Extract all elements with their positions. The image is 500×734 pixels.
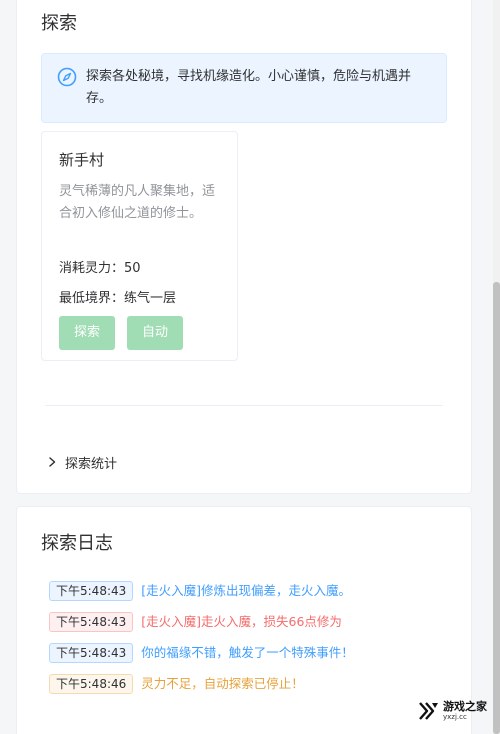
location-min-realm: 最低境界：练气一层 (59, 291, 177, 306)
log-time-tag: 下午5:48:43 (49, 612, 134, 632)
watermark-logo-icon (419, 702, 438, 720)
log-time-tag: 下午5:48:46 (49, 674, 134, 694)
log-message: [走火入魔]修炼出现偏差，走火入魔。 (141, 583, 352, 598)
explore-stats-label: 探索统计 (65, 456, 118, 472)
log-entry: 下午5:48:43 [走火入魔]走火入魔，损失66点修为 (49, 612, 342, 632)
scrollbar-thumb[interactable] (493, 282, 500, 734)
log-entry: 下午5:48:43 你的福缘不错，触发了一个特殊事件！ (49, 643, 354, 663)
auto-explore-button[interactable]: 自动 (127, 316, 183, 350)
location-cost: 消耗灵力：50 (59, 261, 141, 276)
explore-title: 探索 (41, 13, 77, 34)
chevron-right-icon (49, 457, 56, 467)
log-entry: 下午5:48:43 [走火入魔]修炼出现偏差，走火入魔。 (49, 581, 351, 601)
watermark-domain: yxzj.cc (443, 713, 467, 721)
explore-panel: 探索 探索各处秘境，寻找机缘造化。小心谨慎，危险与机遇并存。 新手村 灵气稀薄的… (16, 0, 472, 494)
explore-stats-collapse[interactable]: 探索统计 (45, 451, 117, 473)
watermark-text: 游戏之家 (443, 700, 487, 713)
log-time-tag: 下午5:48:43 (49, 643, 134, 663)
site-watermark: 游戏之家 yxzj.cc (418, 696, 494, 726)
log-panel: 探索日志 下午5:48:43 [走火入魔]修炼出现偏差，走火入魔。 下午5:48… (16, 506, 472, 734)
log-time-tag: 下午5:48:43 (49, 581, 134, 601)
notice-text: 探索各处秘境，寻找机缘造化。小心谨慎，危险与机遇并存。 (86, 69, 412, 106)
log-message: 你的福缘不错，触发了一个特殊事件！ (141, 645, 354, 660)
log-title: 探索日志 (41, 533, 113, 554)
log-message: [走火入魔]走火入魔，损失66点修为 (141, 614, 342, 629)
log-message: 灵力不足，自动探索已停止！ (141, 676, 304, 691)
compass-icon (57, 67, 77, 87)
location-card-novice-village: 新手村 灵气稀薄的凡人聚集地，适合初入修仙之道的修士。 消耗灵力：50 最低境界… (41, 131, 238, 361)
explore-notice: 探索各处秘境，寻找机缘造化。小心谨慎，危险与机遇并存。 (41, 53, 447, 123)
explore-button[interactable]: 探索 (59, 316, 115, 350)
location-name: 新手村 (59, 151, 105, 169)
location-description: 灵气稀薄的凡人聚集地，适合初入修仙之道的修士。 (59, 184, 216, 221)
divider (45, 405, 443, 406)
log-entry: 下午5:48:46 灵力不足，自动探索已停止！ (49, 674, 304, 694)
